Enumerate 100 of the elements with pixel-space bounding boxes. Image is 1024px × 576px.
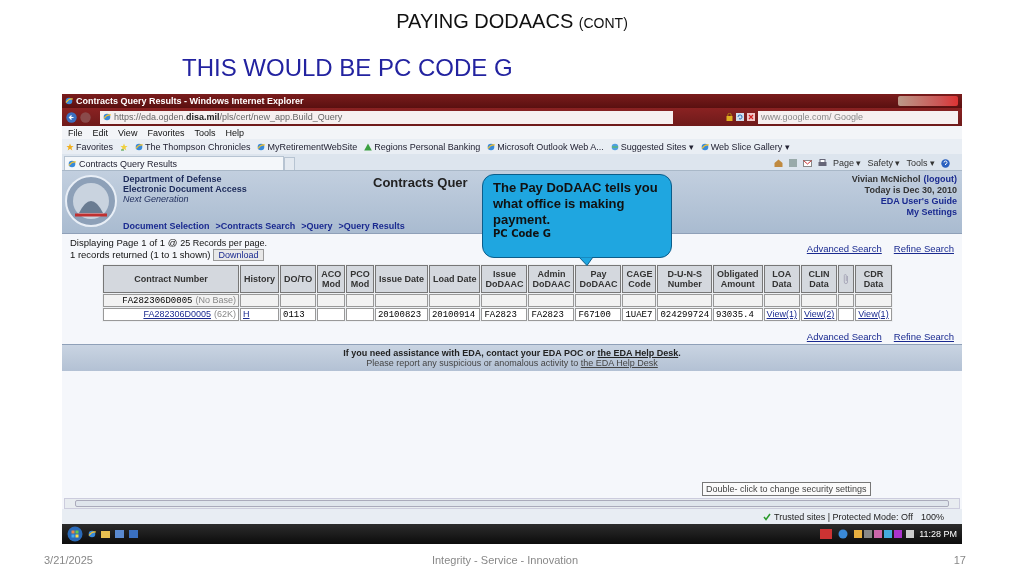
address-field[interactable]: https://eda.ogden.disa.mil/pls/cert/new_app.Build_Query <box>100 110 673 124</box>
callout-text: The Pay DoDAAC tells you what office is making payment. <box>493 180 659 228</box>
date-text: Today is Dec 30, 2010 <box>863 185 957 196</box>
breadcrumb-link[interactable]: Document Selection <box>123 221 210 231</box>
table-link[interactable]: View(1) <box>858 309 889 319</box>
folder-icon[interactable] <box>101 530 110 538</box>
column-header[interactable]: CAGE Code <box>622 265 657 293</box>
slide-subtitle: THIS WOULD BE PC CODE G <box>182 54 513 82</box>
menu-item[interactable]: Tools <box>194 127 216 138</box>
app-icon[interactable] <box>820 529 833 539</box>
favorites-link[interactable]: Microsoft Outlook Web A... <box>487 141 604 152</box>
page-icon <box>487 142 496 151</box>
cell-note: (62K) <box>214 309 236 319</box>
breadcrumb-link[interactable]: >Query <box>301 221 333 231</box>
emblem-icon <box>65 175 119 229</box>
search-link[interactable]: Advanced Search <box>806 330 882 342</box>
search-link[interactable]: Refine Search <box>893 242 954 254</box>
table-link[interactable]: View(1) <box>766 309 797 319</box>
menu-item[interactable]: Edit <box>92 127 109 138</box>
column-header[interactable]: Load Date <box>428 265 481 293</box>
toolbar-menu[interactable]: Page ▾ <box>832 158 862 168</box>
table-link[interactable]: View(2) <box>803 309 835 319</box>
home-icon[interactable] <box>773 159 783 167</box>
download-button[interactable]: Download <box>213 249 264 261</box>
column-header[interactable]: ACO Mod <box>317 265 346 293</box>
breadcrumb-link[interactable]: >Contracts Search <box>215 221 296 231</box>
column-header[interactable]: Issue Date <box>374 265 428 293</box>
organization-name: Department of Defense <box>123 174 223 184</box>
column-header[interactable]: LOA Data <box>763 265 800 293</box>
back-arrow-icon[interactable] <box>66 111 77 123</box>
column-header[interactable]: Obligated Amount <box>713 265 763 293</box>
organization-name: Electronic Document Access <box>123 184 248 194</box>
stop-icon[interactable] <box>747 113 755 121</box>
records-returned-text: 1 records returned (1 to 1 shown) <box>70 249 211 261</box>
cell-text: 024299724 <box>660 309 710 320</box>
column-header[interactable]: DO/TO <box>280 265 317 293</box>
help-icon[interactable] <box>941 158 950 168</box>
column-header[interactable]: PCO Mod <box>346 265 374 293</box>
cell-text: F67100 <box>578 309 611 320</box>
search-link[interactable]: Advanced Search <box>806 242 882 254</box>
favorites-link[interactable]: Suggested Sites ▾ <box>610 141 694 152</box>
table-cell <box>317 294 346 307</box>
cell-note: (No Base) <box>195 295 236 305</box>
slide-title: PAYING DODAACS (CONT) <box>396 10 628 33</box>
breadcrumb-link[interactable]: >Query Results <box>338 221 405 231</box>
page-count-text: Displaying Page 1 of 1 @ <box>70 237 178 249</box>
menu-item[interactable]: Help <box>225 127 244 138</box>
toolbar-menu[interactable]: Safety ▾ <box>867 158 901 168</box>
column-header[interactable]: Contract Number <box>103 265 239 293</box>
logout-link[interactable]: (logout) <box>923 174 957 185</box>
mail-icon[interactable] <box>802 159 812 167</box>
column-header[interactable]: CDR Data <box>855 265 892 293</box>
toolbar-menu[interactable]: Tools ▾ <box>906 158 935 168</box>
column-header[interactable]: CLIN Data <box>800 265 838 293</box>
paperclip-icon <box>842 273 851 285</box>
column-header[interactable]: Admin DoDAAC <box>528 265 575 293</box>
favorites-link[interactable]: The Thompson Chronicles <box>135 141 251 152</box>
column-header[interactable]: Pay DoDAAC <box>575 265 622 293</box>
organization-tagline: Next Generation <box>123 194 190 204</box>
tooltip: Double- click to change security settings <box>702 482 871 496</box>
search-field[interactable]: www.google.com/ Google <box>758 110 958 124</box>
cell-text: 20100914 <box>431 309 476 320</box>
star-icon <box>66 142 74 151</box>
window-controls[interactable] <box>898 96 958 106</box>
slide-number: 17 <box>952 554 966 566</box>
help-desk-link[interactable]: the EDA Help Desk <box>580 358 658 368</box>
settings-link[interactable]: My Settings <box>851 207 957 218</box>
browser-tab[interactable]: Contracts Query Results <box>64 156 284 170</box>
cell-text: 93035.4 <box>716 309 754 320</box>
favorites-button[interactable]: Favorites <box>66 141 113 152</box>
printer-icon[interactable] <box>817 159 827 167</box>
add-favorite-icon[interactable] <box>120 142 128 151</box>
table-cell <box>346 294 374 307</box>
lock-icon <box>726 113 733 121</box>
menu-item[interactable]: File <box>68 127 83 138</box>
favorites-link[interactable]: Regions Personal Banking <box>364 141 481 152</box>
checkmark-icon <box>763 512 772 521</box>
horizontal-scrollbar[interactable] <box>64 498 960 509</box>
table-link[interactable]: H <box>243 309 250 319</box>
scroll-thumb[interactable] <box>75 500 949 507</box>
callout-note: PC Code G <box>493 228 552 239</box>
column-header[interactable]: Issue DoDAAC <box>481 265 528 293</box>
table-link[interactable]: FA282306D0005 <box>143 309 211 319</box>
menu-item[interactable]: View <box>118 127 138 138</box>
column-header[interactable]: D-U-N-S Number <box>657 265 713 293</box>
page-icon <box>257 142 266 151</box>
menu-item[interactable]: Favorites <box>147 127 185 138</box>
user-guide-link[interactable]: EDA User's Guide <box>851 196 957 207</box>
start-button-icon[interactable] <box>67 526 83 542</box>
column-header[interactable]: History <box>240 265 279 293</box>
window-title: Contracts Query Results - Windows Internet Explorer <box>76 96 304 106</box>
favorites-link[interactable]: Web Slice Gallery ▾ <box>700 141 790 152</box>
refresh-icon[interactable] <box>736 113 744 121</box>
zoom-level[interactable]: 100% <box>920 511 944 522</box>
favorites-link[interactable]: MyRetirementWebSite <box>257 141 358 152</box>
page-icon <box>103 113 111 121</box>
warning-triangle-icon <box>364 142 373 151</box>
security-zone[interactable]: Trusted sites | Protected Mode: Off <box>763 511 913 522</box>
search-link[interactable]: Refine Search <box>893 330 954 342</box>
slide-footer-text: Integrity - Service - Innovation <box>430 554 580 566</box>
